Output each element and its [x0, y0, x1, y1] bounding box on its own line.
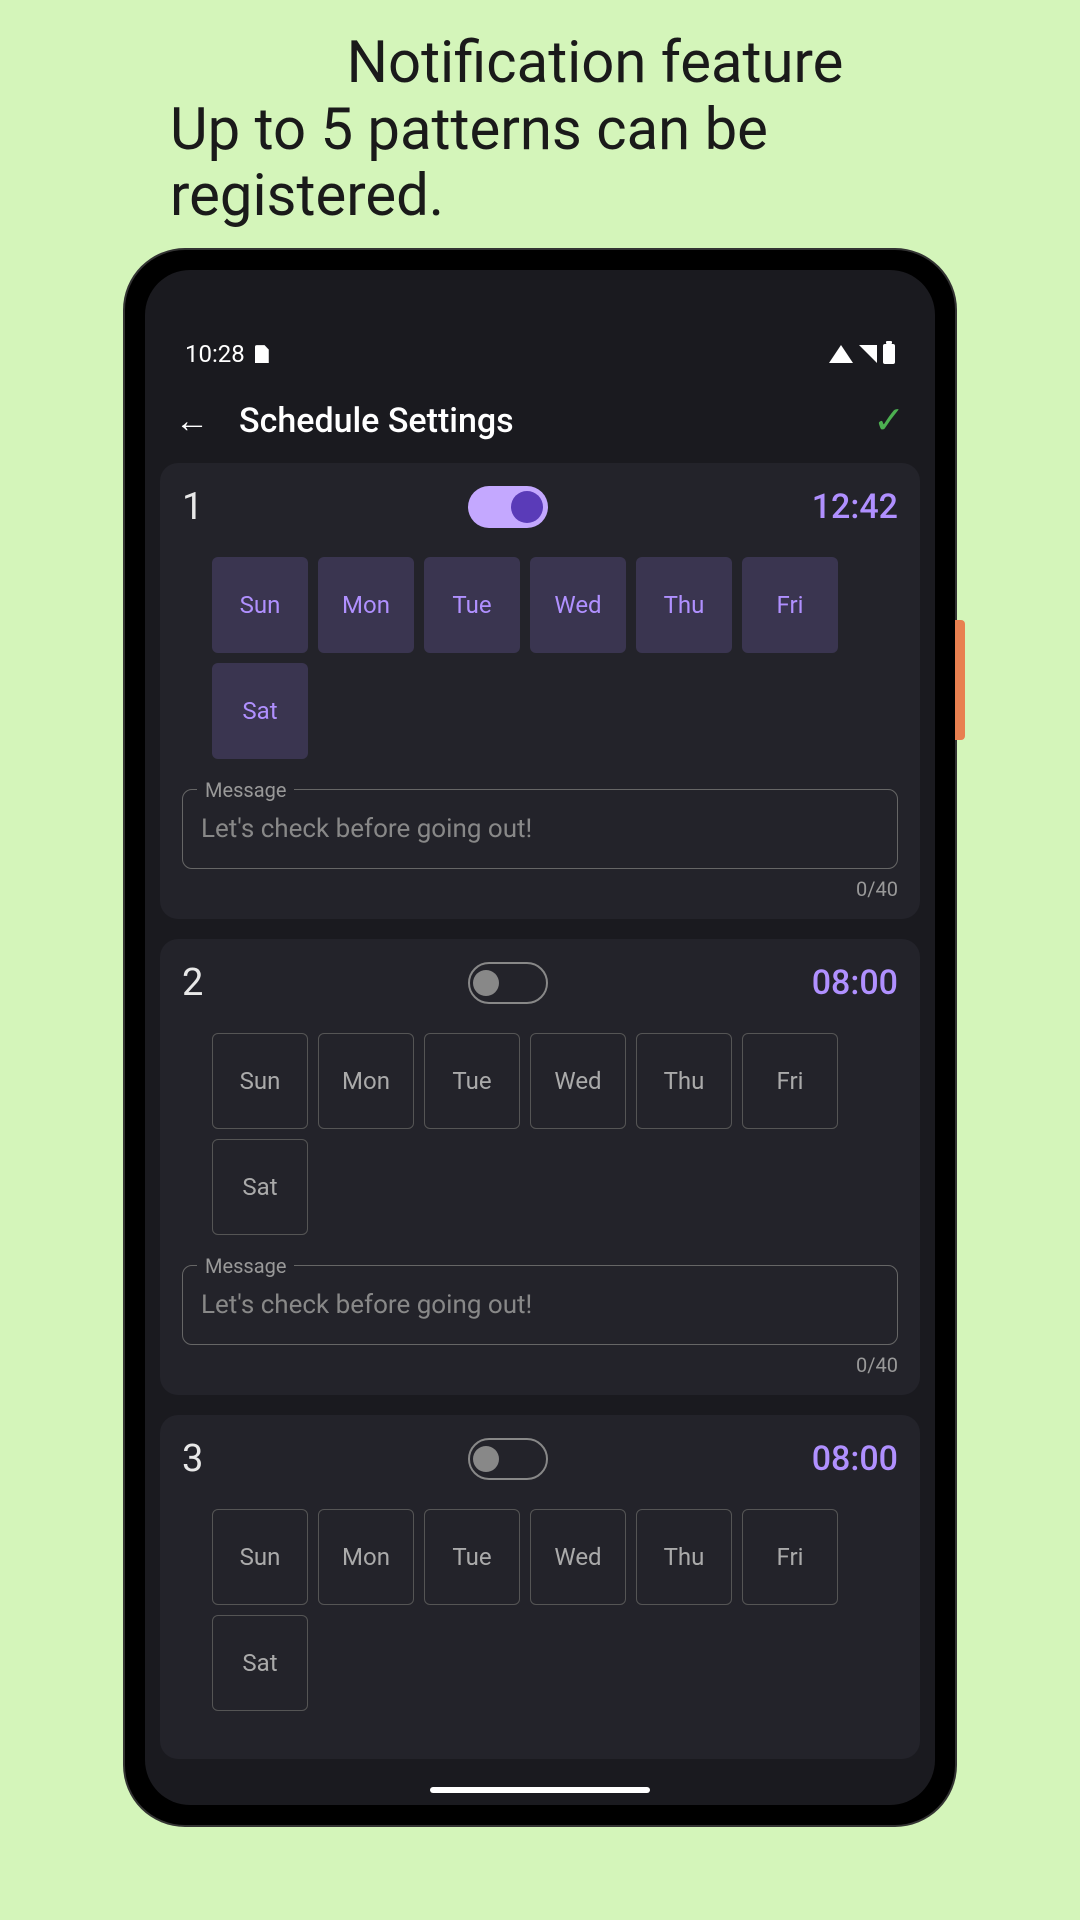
enable-toggle[interactable] [468, 1438, 548, 1480]
schedule-index: 2 [182, 961, 203, 1005]
day-chip-mon[interactable]: Mon [318, 557, 414, 653]
message-label: Message [197, 778, 294, 802]
promo-heading: Notification feature Up to 5 patterns ca… [0, 0, 1080, 250]
char-count: 0/40 [182, 877, 898, 901]
signal-icon [859, 345, 877, 363]
day-chip-tue[interactable]: Tue [424, 1033, 520, 1129]
schedule-card: 112:42SunMonTueWedThuFriSatMessageLet's … [160, 463, 920, 919]
day-chip-fri[interactable]: Fri [742, 1509, 838, 1605]
day-chip-wed[interactable]: Wed [530, 1509, 626, 1605]
schedule-index: 3 [182, 1437, 203, 1481]
message-placeholder: Let's check before going out! [201, 1290, 532, 1320]
day-chip-wed[interactable]: Wed [530, 1033, 626, 1129]
confirm-button[interactable]: ✓ [873, 398, 905, 443]
day-chip-sat[interactable]: Sat [212, 1615, 308, 1711]
day-chip-sat[interactable]: Sat [212, 1139, 308, 1235]
promo-line1: Notification feature [170, 30, 1020, 97]
home-indicator[interactable] [430, 1787, 650, 1793]
card-header: 3 08:00 [182, 1437, 898, 1481]
time-picker[interactable]: 08:00 [812, 963, 898, 1003]
day-chip-fri[interactable]: Fri [742, 557, 838, 653]
message-input[interactable]: MessageLet's check before going out! [182, 789, 898, 869]
status-bar: 10:28 [145, 270, 935, 378]
schedule-list: 112:42SunMonTueWedThuFriSatMessageLet's … [145, 463, 935, 1759]
time-picker[interactable]: 08:00 [812, 1439, 898, 1479]
schedule-index: 1 [182, 485, 203, 529]
card-header: 1 12:42 [182, 485, 898, 529]
day-chip-fri[interactable]: Fri [742, 1033, 838, 1129]
day-chip-mon[interactable]: Mon [318, 1509, 414, 1605]
day-chip-tue[interactable]: Tue [424, 1509, 520, 1605]
enable-toggle[interactable] [468, 962, 548, 1004]
day-chip-thu[interactable]: Thu [636, 1509, 732, 1605]
toggle-thumb [473, 970, 499, 996]
day-chip-sat[interactable]: Sat [212, 663, 308, 759]
schedule-card: 3 08:00 SunMonTueWedThuFri Sat [160, 1415, 920, 1759]
battery-icon [883, 344, 895, 364]
day-chip-tue[interactable]: Tue [424, 557, 520, 653]
status-time: 10:28 [185, 340, 245, 368]
sd-card-icon [255, 345, 269, 363]
back-button[interactable]: ← [175, 401, 209, 441]
day-chip-mon[interactable]: Mon [318, 1033, 414, 1129]
day-selector: SunMonTueWedThuFri Sat [182, 1033, 898, 1235]
day-chip-sun[interactable]: Sun [212, 1033, 308, 1129]
day-selector: SunMonTueWedThuFri Sat [182, 557, 898, 759]
toggle-thumb [473, 1446, 499, 1472]
card-header: 2 08:00 [182, 961, 898, 1005]
day-chip-sun[interactable]: Sun [212, 557, 308, 653]
message-input[interactable]: MessageLet's check before going out! [182, 1265, 898, 1345]
char-count: 0/40 [182, 1353, 898, 1377]
day-chip-wed[interactable]: Wed [530, 557, 626, 653]
schedule-card: 208:00SunMonTueWedThuFriSatMessageLet's … [160, 939, 920, 1395]
wifi-icon [829, 345, 853, 363]
day-selector: SunMonTueWedThuFri Sat [182, 1509, 898, 1711]
phone-screen: 10:28 ← Schedule Settings ✓ 112:42SunMon… [145, 270, 935, 1805]
app-bar: ← Schedule Settings ✓ [145, 378, 935, 463]
message-label: Message [197, 1254, 294, 1278]
message-placeholder: Let's check before going out! [201, 814, 532, 844]
promo-line2: Up to 5 patterns can be registered. [170, 97, 1020, 230]
phone-frame: 10:28 ← Schedule Settings ✓ 112:42SunMon… [125, 250, 955, 1825]
enable-toggle[interactable] [468, 486, 548, 528]
toggle-thumb [511, 491, 543, 523]
day-chip-thu[interactable]: Thu [636, 557, 732, 653]
time-picker[interactable]: 12:42 [812, 487, 898, 527]
day-chip-thu[interactable]: Thu [636, 1033, 732, 1129]
day-chip-sun[interactable]: Sun [212, 1509, 308, 1605]
page-title: Schedule Settings [239, 401, 843, 441]
